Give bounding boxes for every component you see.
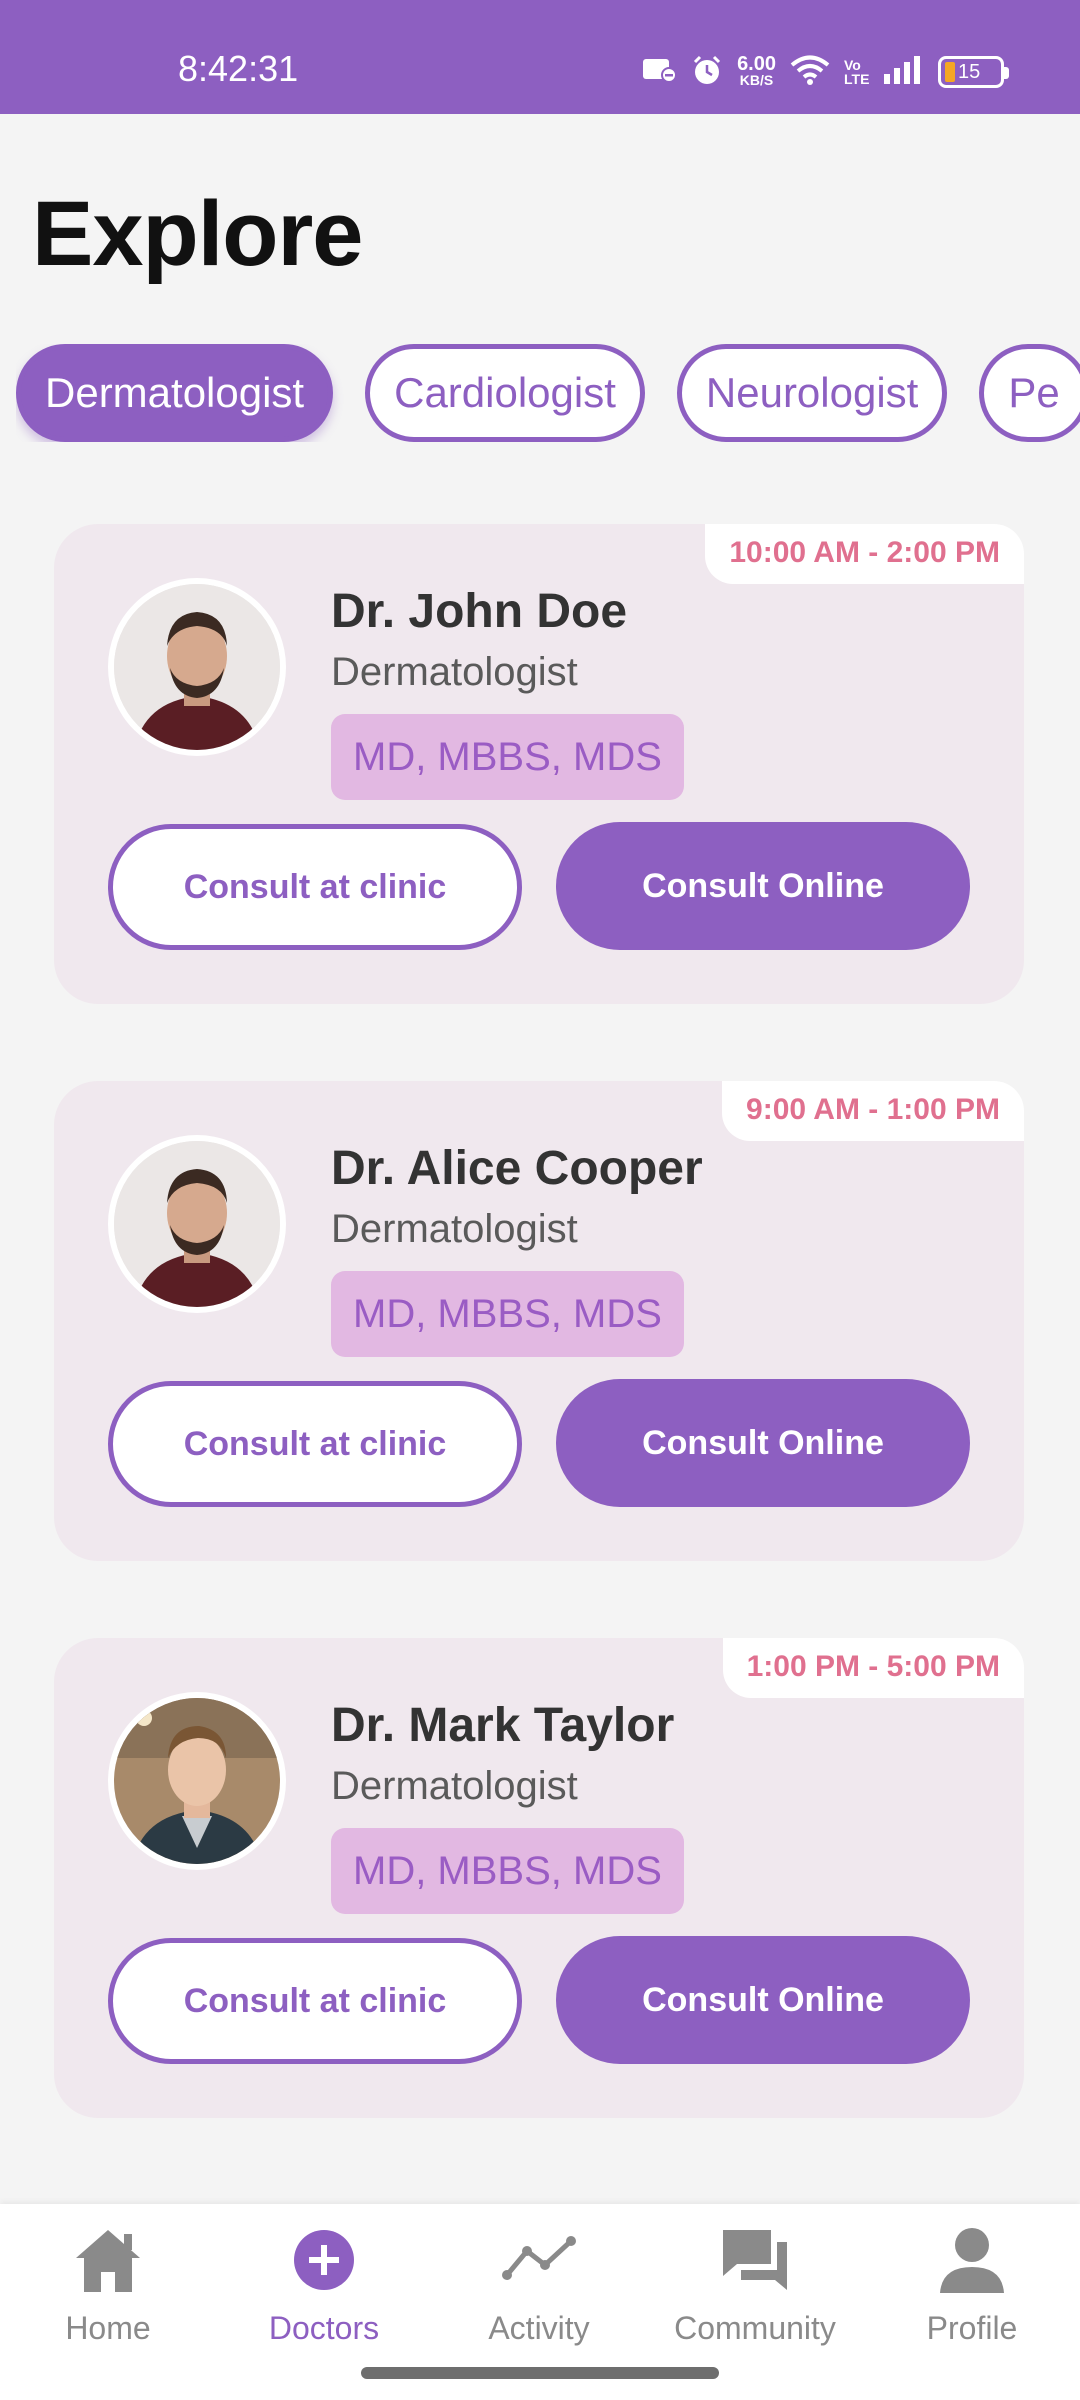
nav-profile[interactable]: Profile [872,2222,1072,2352]
doctor-photo [114,1141,280,1307]
chat-bubbles-icon [715,2222,795,2298]
net-speed-value: 6.00 [737,53,776,75]
alarm-icon [691,54,723,91]
chip-dermatologist[interactable]: Dermatologist [16,344,334,442]
doctor-degrees: MD, MBBS, MDS [331,1271,684,1357]
activity-chart-icon [499,2222,579,2298]
consult-clinic-button[interactable]: Consult at clinic [108,824,522,950]
nav-activity[interactable]: Activity [439,2222,639,2352]
battery-level: 15 [958,60,981,83]
consult-online-button[interactable]: Consult Online [556,1936,970,2064]
net-speed-unit: KB/S [739,72,774,88]
doctor-name: Dr. John Doe [331,585,628,638]
nav-home[interactable]: Home [8,2222,208,2352]
nav-community[interactable]: Community [655,2222,855,2352]
page-title: Explore [32,183,363,285]
nav-doctors-label: Doctors [268,2310,380,2346]
status-time: 8:42:31 [178,48,299,89]
plus-circle-icon [284,2222,364,2298]
consult-clinic-button[interactable]: Consult at clinic [108,1381,522,1507]
doctor-specialty: Dermatologist [331,650,578,694]
status-bar: 8:42:31 6.00 KB/S Vo LTE 15 [0,0,1080,114]
doctor-specialty: Dermatologist [331,1764,578,1808]
consult-online-button[interactable]: Consult Online [556,1379,970,1507]
doctor-specialty: Dermatologist [331,1207,578,1251]
nav-community-label: Community [674,2310,836,2346]
nav-profile-label: Profile [926,2310,1018,2346]
home-icon [68,2222,148,2298]
doctor-card[interactable]: 10:00 AM - 2:00 PM Dr. John Doe Dermatol… [54,524,1024,1004]
avatar [108,1135,286,1313]
category-chips: Dermatologist Cardiologist Neurologist P… [16,344,1080,442]
avatar [108,578,286,756]
doctor-degrees: MD, MBBS, MDS [331,1828,684,1914]
signal-icon [882,54,924,91]
home-indicator[interactable] [361,2367,719,2379]
hours-badge: 9:00 AM - 1:00 PM [722,1081,1024,1141]
doctor-photo [114,1698,280,1864]
doctor-name: Dr. Mark Taylor [331,1699,675,1752]
nav-home-label: Home [65,2310,151,2346]
doctor-name: Dr. Alice Cooper [331,1142,703,1195]
consult-clinic-button[interactable]: Consult at clinic [108,1938,522,2064]
screen-record-icon [641,55,678,90]
nav-doctors[interactable]: Doctors [224,2222,424,2352]
chip-cardiologist[interactable]: Cardiologist [365,344,645,442]
wifi-icon [790,54,830,91]
doctor-photo [114,584,280,750]
battery-fill [945,62,955,82]
nav-activity-label: Activity [488,2310,590,2346]
net-speed: 6.00 KB/S [737,53,776,88]
doctor-degrees: MD, MBBS, MDS [331,714,684,800]
consult-online-button[interactable]: Consult Online [556,822,970,950]
battery-icon: 15 [938,56,1009,88]
hours-badge: 10:00 AM - 2:00 PM [705,524,1024,584]
avatar [108,1692,286,1870]
doctor-card[interactable]: 9:00 AM - 1:00 PM Dr. Alice Cooper Derma… [54,1081,1024,1561]
doctor-card[interactable]: 1:00 PM - 5:00 PM Dr. Mark Taylor Dermat… [54,1638,1024,2118]
chip-pediatrician[interactable]: Pe [979,344,1080,442]
status-icons: 6.00 KB/S Vo LTE 15 [641,50,1009,94]
hours-badge: 1:00 PM - 5:00 PM [722,1638,1024,1698]
volte-label: Vo LTE [844,57,870,87]
chip-neurologist[interactable]: Neurologist [676,344,948,442]
person-icon [932,2222,1012,2298]
